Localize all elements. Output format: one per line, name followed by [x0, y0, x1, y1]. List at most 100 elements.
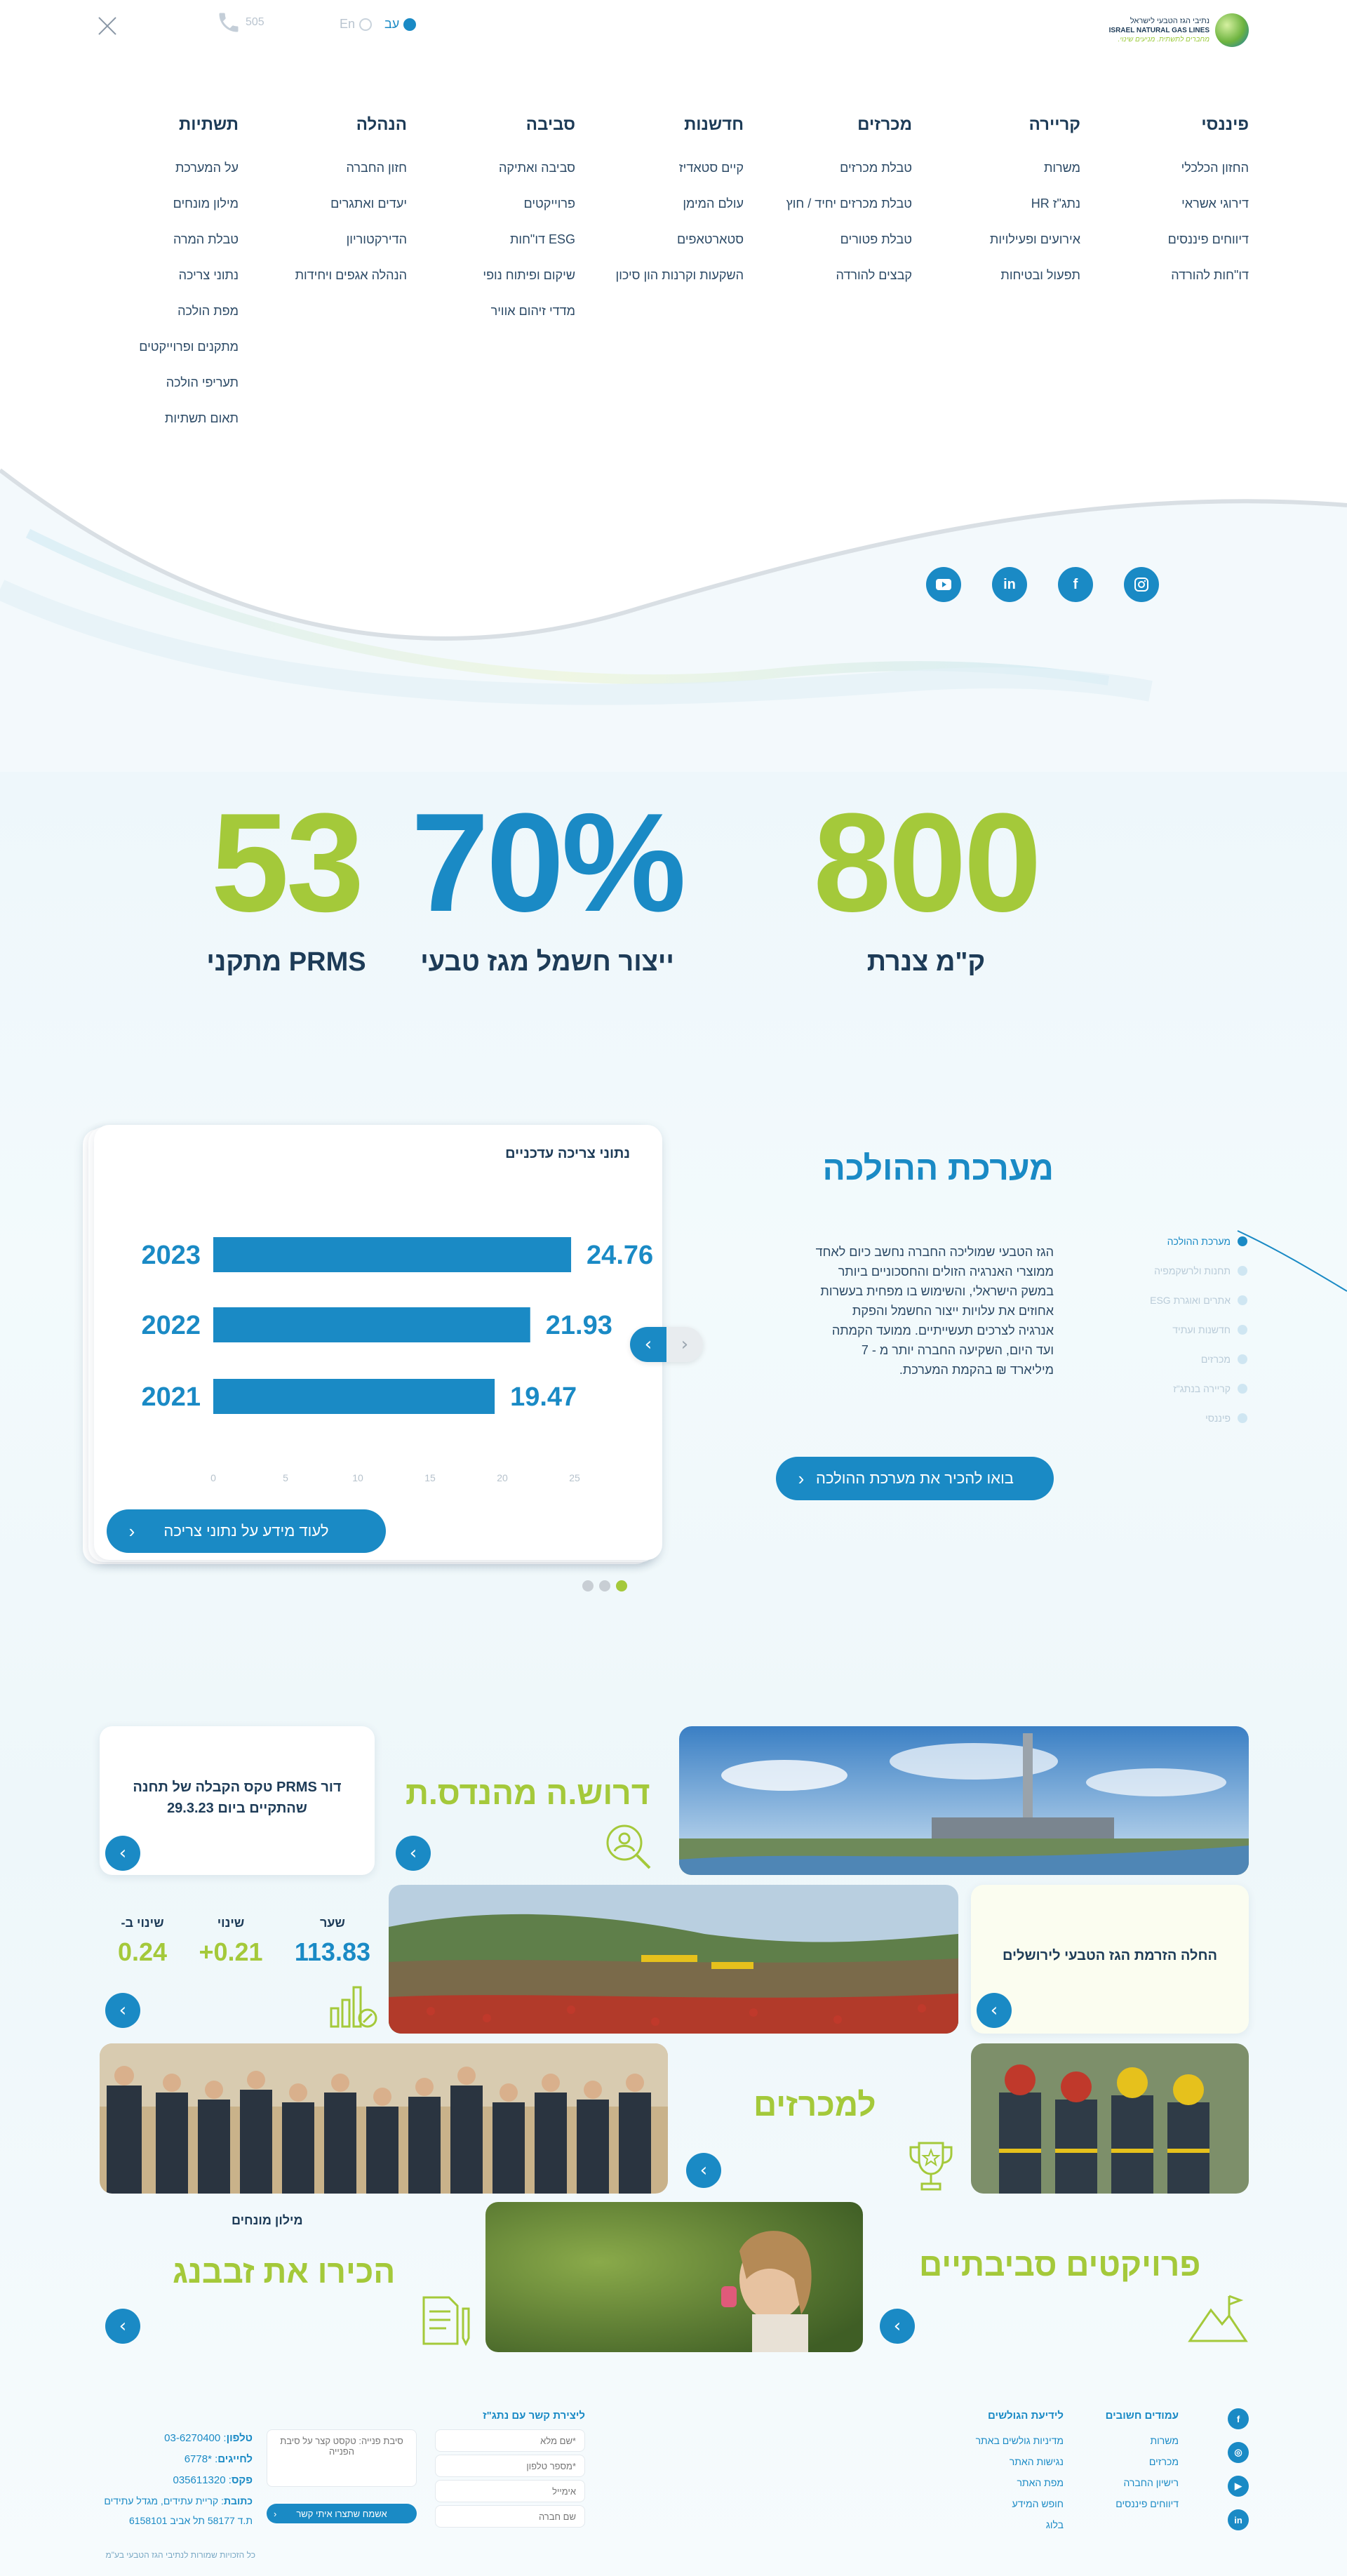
side-nav-item[interactable]: תחנות ולרשקמפיה: [1150, 1256, 1247, 1286]
menu-item[interactable]: טבלת מכרזים: [772, 150, 912, 186]
contact-submit-button[interactable]: אשמח שתצרו איתי קשר ‹: [267, 2504, 417, 2523]
menu-item[interactable]: עולם המימן: [603, 186, 744, 222]
menu-item[interactable]: סטארטאפים: [603, 222, 744, 258]
prms-news-tile[interactable]: דור PRMS טקס הקבלה של תחנה שהתקיים ביום …: [100, 1726, 375, 1875]
zavbang-title[interactable]: הכירו את זבבנג: [173, 2253, 395, 2290]
side-nav-item[interactable]: פיננסי: [1150, 1403, 1247, 1433]
menu-item[interactable]: מילון מונחים: [98, 186, 239, 222]
power-plant-image[interactable]: [679, 1726, 1249, 1875]
menu-item[interactable]: על המערכת: [98, 150, 239, 186]
env-projects-arrow-button[interactable]: ‹: [880, 2309, 915, 2344]
instagram-icon[interactable]: ◎: [1228, 2442, 1249, 2463]
menu-item[interactable]: דירוגי אשראי: [1108, 186, 1249, 222]
pipeline-field-image[interactable]: [389, 1885, 958, 2034]
menu-item[interactable]: שיקום ופיתוח נופי: [435, 258, 575, 293]
menu-item[interactable]: תאום תשתיות: [98, 401, 239, 436]
footer-link[interactable]: מפת האתר: [923, 2472, 1064, 2493]
slider-dot-active[interactable]: [616, 1580, 627, 1591]
menu-item[interactable]: חזון החברה: [267, 150, 407, 186]
side-nav-item[interactable]: מערכת ההולכה: [1150, 1227, 1247, 1256]
menu-item[interactable]: הנהלה אגפים ויחידות: [267, 258, 407, 293]
firefighters-image[interactable]: [971, 2043, 1249, 2194]
menu-item[interactable]: קבצים להורדה: [772, 258, 912, 293]
menu-heading[interactable]: הנהלה: [267, 115, 407, 135]
jerusalem-arrow-button[interactable]: ‹: [977, 1993, 1012, 2028]
menu-heading[interactable]: פיננסי: [1108, 115, 1249, 135]
menu-item[interactable]: תפעול ובטיחות: [940, 258, 1080, 293]
engineer-arrow-button[interactable]: ‹: [396, 1836, 431, 1871]
menu-item[interactable]: הדירקטוריון: [267, 222, 407, 258]
side-nav-item[interactable]: חדשנות ועתיד: [1150, 1315, 1247, 1344]
slider-next-button[interactable]: ›: [666, 1327, 703, 1362]
menu-item[interactable]: פרוייקטים: [435, 186, 575, 222]
share-arrow-button[interactable]: ‹: [105, 1993, 140, 2028]
linkedin-icon[interactable]: in: [1228, 2509, 1249, 2530]
menu-heading[interactable]: מכרזים: [772, 115, 912, 135]
linkedin-icon[interactable]: in: [992, 567, 1027, 602]
email-input[interactable]: [435, 2480, 585, 2502]
footer-link[interactable]: מדיניות גולשים באתר: [923, 2430, 1064, 2451]
menu-item[interactable]: נתוני צריכה: [98, 258, 239, 293]
side-nav-item[interactable]: קריירה בנתג"ז: [1150, 1374, 1247, 1403]
menu-item[interactable]: אירועים ופעילויות: [940, 222, 1080, 258]
footer-link[interactable]: בלוג: [923, 2514, 1064, 2535]
side-nav-item[interactable]: אתרים ואוגרת ESG: [1150, 1286, 1247, 1315]
prms-arrow-button[interactable]: ‹: [105, 1836, 140, 1871]
facebook-icon[interactable]: f: [1058, 567, 1093, 602]
menu-item[interactable]: טבלת המרה: [98, 222, 239, 258]
menu-item[interactable]: השקעות וקרנות הון סיכון: [603, 258, 744, 293]
menu-item[interactable]: מפת הולכה: [98, 293, 239, 329]
menu-item[interactable]: החזון הכלכלי: [1108, 150, 1249, 186]
site-logo[interactable]: נתיבי הגז הטבעי לישראל ISRAEL NATURAL GA…: [1108, 6, 1249, 55]
tenders-title[interactable]: למכרזים: [753, 2086, 876, 2123]
menu-item[interactable]: מתקנים ופרוייקטים: [98, 329, 239, 365]
side-nav-item[interactable]: מכרזים: [1150, 1344, 1247, 1374]
menu-item[interactable]: דו"חות להורדה: [1108, 258, 1249, 293]
phone-input[interactable]: [435, 2455, 585, 2477]
child-photo-image[interactable]: [485, 2202, 863, 2352]
team-photo-image[interactable]: [100, 2043, 668, 2194]
menu-item[interactable]: טבלת מכרזים יחיד / חוץ: [772, 186, 912, 222]
footer-link[interactable]: נגישות האתר: [923, 2451, 1064, 2472]
slider-dot[interactable]: [582, 1580, 594, 1591]
menu-item[interactable]: טבלת פטורים: [772, 222, 912, 258]
company-input[interactable]: [435, 2505, 585, 2528]
phone-link[interactable]: 505: [216, 10, 264, 35]
consumption-info-button[interactable]: לעוד מידע על נתוני צריכה ‹: [107, 1509, 386, 1553]
menu-item[interactable]: סביבה ואתיקה: [435, 150, 575, 186]
engineer-job-title[interactable]: דרוש.ה מהנדס.ת: [406, 1774, 650, 1812]
full-name-input[interactable]: [435, 2429, 585, 2452]
facebook-icon[interactable]: f: [1228, 2408, 1249, 2429]
menu-heading[interactable]: סביבה: [435, 115, 575, 135]
menu-heading[interactable]: קריירה: [940, 115, 1080, 135]
contact-hotline[interactable]: לחייגים: *6778: [91, 2453, 253, 2465]
environmental-projects-title[interactable]: פרויקטים סביבתיים: [919, 2245, 1200, 2283]
youtube-icon[interactable]: [926, 567, 961, 602]
footer-link[interactable]: חופש המידע: [923, 2493, 1064, 2514]
contact-phone[interactable]: טלפון: 03-6270400: [91, 2432, 253, 2444]
instagram-icon[interactable]: [1124, 567, 1159, 602]
youtube-icon[interactable]: ▶: [1228, 2476, 1249, 2497]
slider-prev-button[interactable]: ‹: [630, 1327, 666, 1362]
tenders-arrow-button[interactable]: ‹: [686, 2153, 721, 2188]
lang-hebrew[interactable]: עב: [384, 17, 417, 32]
menu-item[interactable]: מדדי זיהום אוויר: [435, 293, 575, 329]
menu-item[interactable]: יעדים ואתגרים: [267, 186, 407, 222]
message-textarea[interactable]: [267, 2429, 417, 2487]
glossary-label[interactable]: מילון מונחים: [232, 2213, 303, 2228]
menu-item[interactable]: קיים סטאדיז: [603, 150, 744, 186]
zavbang-arrow-button[interactable]: ‹: [105, 2309, 140, 2344]
menu-heading[interactable]: תשתיות: [98, 115, 239, 135]
language-switch: עב En: [340, 17, 417, 32]
menu-item[interactable]: תעריפי הולכה: [98, 365, 239, 401]
jerusalem-news-tile[interactable]: החלה הזרמת הגז הטבעי לירושלים ‹: [971, 1885, 1249, 2034]
menu-heading[interactable]: חדשנות: [603, 115, 744, 135]
lang-english[interactable]: En: [340, 17, 373, 32]
menu-item[interactable]: נתג"ז HR: [940, 186, 1080, 222]
close-menu-icon[interactable]: [95, 14, 119, 38]
system-learn-more-button[interactable]: בואו להכיר את מערכת ההולכה ‹: [776, 1457, 1054, 1500]
slider-dot[interactable]: [599, 1580, 610, 1591]
menu-item[interactable]: ESG דו"חות: [435, 222, 575, 258]
menu-item[interactable]: דיווחים פיננסים: [1108, 222, 1249, 258]
menu-item[interactable]: משרות: [940, 150, 1080, 186]
